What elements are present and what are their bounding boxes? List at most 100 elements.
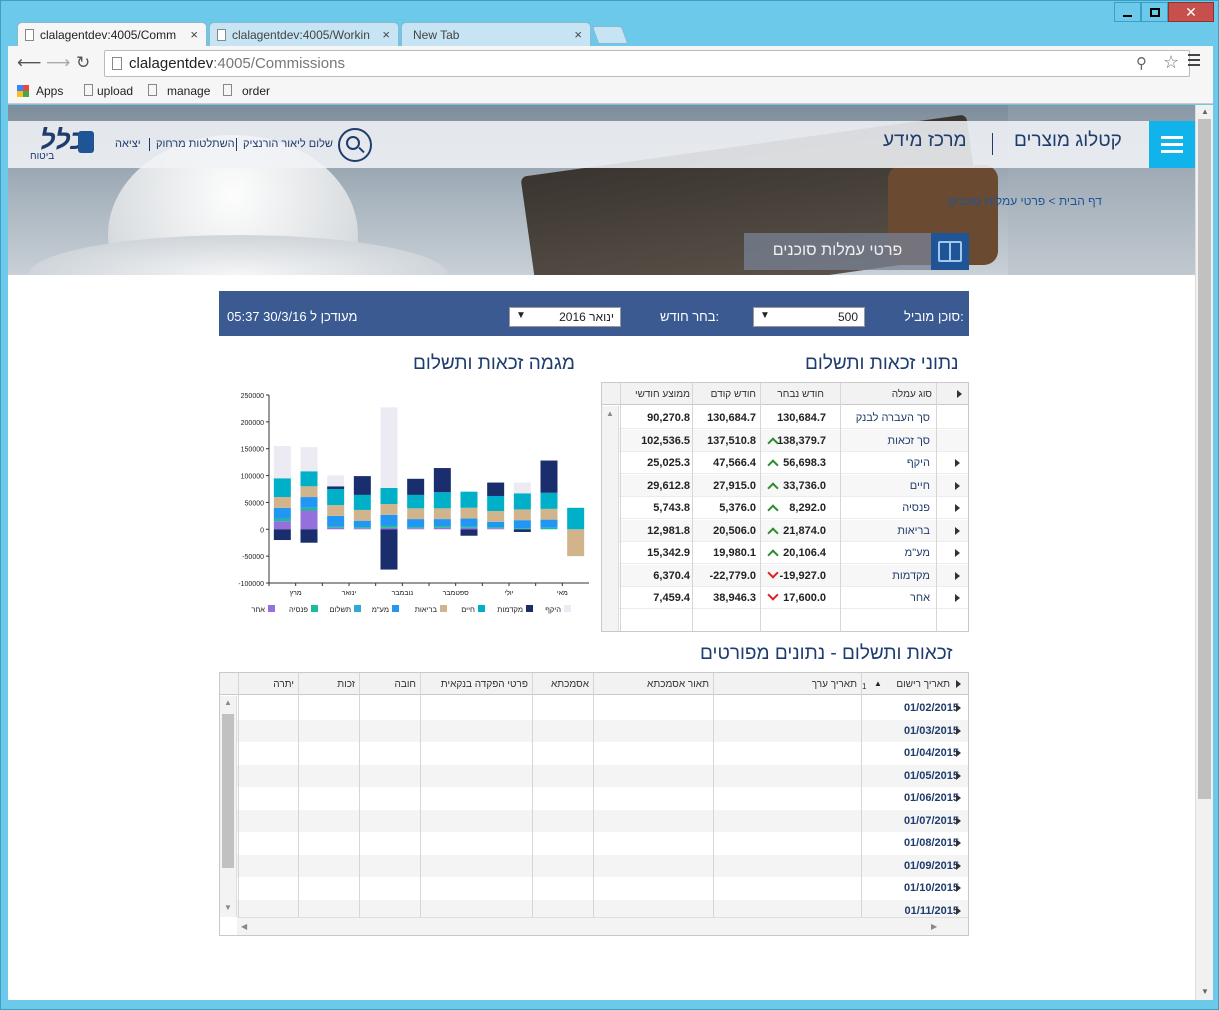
table-row[interactable]: 15,342.9 19,980.1 20,106.4 מע"מ bbox=[602, 542, 968, 564]
tab-commissions[interactable]: clalagentdev:4005/Comm × bbox=[17, 22, 207, 47]
expand-icon[interactable] bbox=[955, 594, 960, 602]
bar-segment[interactable] bbox=[273, 478, 291, 498]
scroll-left-icon[interactable]: ◀ bbox=[241, 922, 247, 931]
bar-segment[interactable] bbox=[487, 511, 505, 522]
bar-segment[interactable] bbox=[460, 529, 478, 536]
bar-segment[interactable] bbox=[487, 521, 505, 528]
bar-segment[interactable] bbox=[353, 527, 371, 529]
bar-segment[interactable] bbox=[407, 528, 425, 530]
table-row[interactable]: 01/09/2015 bbox=[237, 854, 968, 877]
search-icon[interactable]: ⚲ bbox=[1136, 54, 1147, 72]
col-value-date[interactable]: תאריך ערך bbox=[713, 679, 857, 690]
bar-segment[interactable] bbox=[433, 526, 451, 528]
table-row[interactable]: 25,025.3 47,566.4 56,698.3 היקף bbox=[602, 452, 968, 474]
reload-icon[interactable]: ↻ bbox=[76, 53, 90, 73]
bar-segment[interactable] bbox=[407, 494, 425, 509]
bar-segment[interactable] bbox=[273, 521, 291, 530]
scroll-thumb[interactable] bbox=[222, 714, 234, 868]
table-row[interactable]: 01/10/2015 bbox=[237, 877, 968, 899]
bar-segment[interactable] bbox=[513, 520, 531, 529]
bar-segment[interactable] bbox=[407, 478, 425, 495]
bookmark-order[interactable]: order bbox=[242, 84, 270, 98]
close-icon[interactable]: × bbox=[190, 27, 198, 42]
table-row[interactable]: 5,743.8 5,376.0 8,292.0 פנסיה bbox=[602, 497, 968, 519]
bar-segment[interactable] bbox=[327, 505, 345, 516]
month-select[interactable]: ▼ ינואר 2016 bbox=[509, 307, 621, 327]
expand-icon[interactable] bbox=[956, 816, 961, 825]
scroll-up-icon[interactable]: ▲ bbox=[224, 698, 232, 707]
bar-segment[interactable] bbox=[513, 509, 531, 521]
bar-segment[interactable] bbox=[300, 497, 318, 508]
bar-segment[interactable] bbox=[513, 528, 531, 530]
table-row[interactable]: 01/03/2015 bbox=[237, 719, 968, 742]
vertical-scrollbar[interactable]: ▲ bbox=[602, 406, 619, 631]
bar-segment[interactable] bbox=[273, 507, 291, 519]
bar-segment[interactable] bbox=[540, 527, 558, 530]
bar-segment[interactable] bbox=[327, 489, 345, 506]
col-avg[interactable]: ממוצע חודשי bbox=[624, 389, 690, 400]
bar-segment[interactable] bbox=[300, 529, 318, 543]
bar-segment[interactable] bbox=[273, 497, 291, 508]
bar-segment[interactable] bbox=[460, 491, 478, 508]
bar-segment[interactable] bbox=[327, 526, 345, 528]
page-scrollbar[interactable]: ▲ ▼ bbox=[1195, 105, 1213, 1000]
expand-icon[interactable] bbox=[956, 861, 961, 870]
table-row[interactable]: 01/06/2015 bbox=[237, 787, 968, 809]
logo[interactable]: כלל ביטוח bbox=[24, 125, 96, 163]
bar-segment[interactable] bbox=[407, 527, 425, 529]
col-prev[interactable]: חודש קודם bbox=[696, 389, 756, 400]
maximize-button[interactable] bbox=[1141, 2, 1168, 22]
expand-icon[interactable] bbox=[955, 571, 960, 580]
col-bank-deposit[interactable]: פרטי הפקדה בנקאית bbox=[420, 679, 528, 690]
bar-segment[interactable] bbox=[460, 526, 478, 528]
col-credit[interactable]: זכות bbox=[298, 679, 355, 690]
star-icon[interactable]: ☆ bbox=[1163, 52, 1179, 73]
expand-icon[interactable] bbox=[955, 504, 960, 512]
bar-segment[interactable] bbox=[433, 508, 451, 520]
col-reference[interactable]: אסמכתא bbox=[532, 679, 589, 690]
table-row[interactable]: 102,536.5 137,510.8 138,379.7 סך זכאות bbox=[602, 429, 968, 452]
menu-icon[interactable] bbox=[1188, 54, 1200, 66]
bar-segment[interactable] bbox=[487, 495, 505, 512]
bar-segment[interactable] bbox=[327, 475, 345, 487]
bar-segment[interactable] bbox=[540, 508, 558, 520]
bar-segment[interactable] bbox=[380, 529, 398, 570]
bar-segment[interactable] bbox=[380, 514, 398, 526]
bar-segment[interactable] bbox=[353, 476, 371, 495]
bar-segment[interactable] bbox=[460, 527, 478, 530]
col-type[interactable]: סוג עמלה bbox=[842, 389, 932, 400]
bar-segment[interactable] bbox=[327, 527, 345, 530]
scroll-up-icon[interactable]: ▲ bbox=[606, 409, 614, 418]
bar-segment[interactable] bbox=[433, 527, 451, 530]
expand-icon[interactable] bbox=[955, 549, 960, 557]
bar-segment[interactable] bbox=[327, 486, 345, 489]
table-row[interactable]: 29,612.8 27,915.0 33,736.0 חיים bbox=[602, 474, 968, 497]
expand-icon[interactable] bbox=[955, 481, 960, 490]
bar-segment[interactable] bbox=[487, 528, 505, 530]
sort-asc-icon[interactable]: ▲ bbox=[874, 679, 882, 688]
table-row[interactable]: 7,459.4 38,946.3 17,600.0 אחר bbox=[602, 587, 968, 609]
expand-icon[interactable] bbox=[956, 704, 961, 712]
forward-arrow-icon[interactable]: ⟶ bbox=[46, 53, 70, 73]
bar-segment[interactable] bbox=[380, 407, 398, 488]
table-row[interactable]: 01/04/2015 bbox=[237, 742, 968, 764]
bar-segment[interactable] bbox=[300, 486, 318, 498]
table-row[interactable]: 12,981.8 20,506.0 21,874.0 בריאות bbox=[602, 519, 968, 542]
expand-icon[interactable] bbox=[955, 459, 960, 467]
bar-segment[interactable] bbox=[567, 529, 585, 557]
minimize-button[interactable] bbox=[1114, 2, 1141, 22]
scroll-down-icon[interactable]: ▼ bbox=[224, 903, 232, 912]
expand-icon[interactable] bbox=[956, 749, 961, 757]
apps-icon[interactable] bbox=[17, 85, 29, 97]
horizontal-scrollbar[interactable]: ◀ ▶ bbox=[237, 917, 968, 935]
bar-segment[interactable] bbox=[300, 507, 318, 511]
bar-segment[interactable] bbox=[513, 529, 531, 532]
tab-new[interactable]: New Tab × bbox=[401, 22, 591, 46]
bar-segment[interactable] bbox=[407, 519, 425, 528]
close-icon[interactable]: × bbox=[574, 27, 582, 42]
bar-segment[interactable] bbox=[513, 482, 531, 494]
table-row[interactable]: 90,270.8 130,684.7 130,684.7 סך העברה לבנק bbox=[602, 407, 968, 429]
bar-segment[interactable] bbox=[353, 520, 371, 528]
bar-segment[interactable] bbox=[433, 468, 451, 493]
table-row[interactable]: 01/05/2015 bbox=[237, 764, 968, 787]
